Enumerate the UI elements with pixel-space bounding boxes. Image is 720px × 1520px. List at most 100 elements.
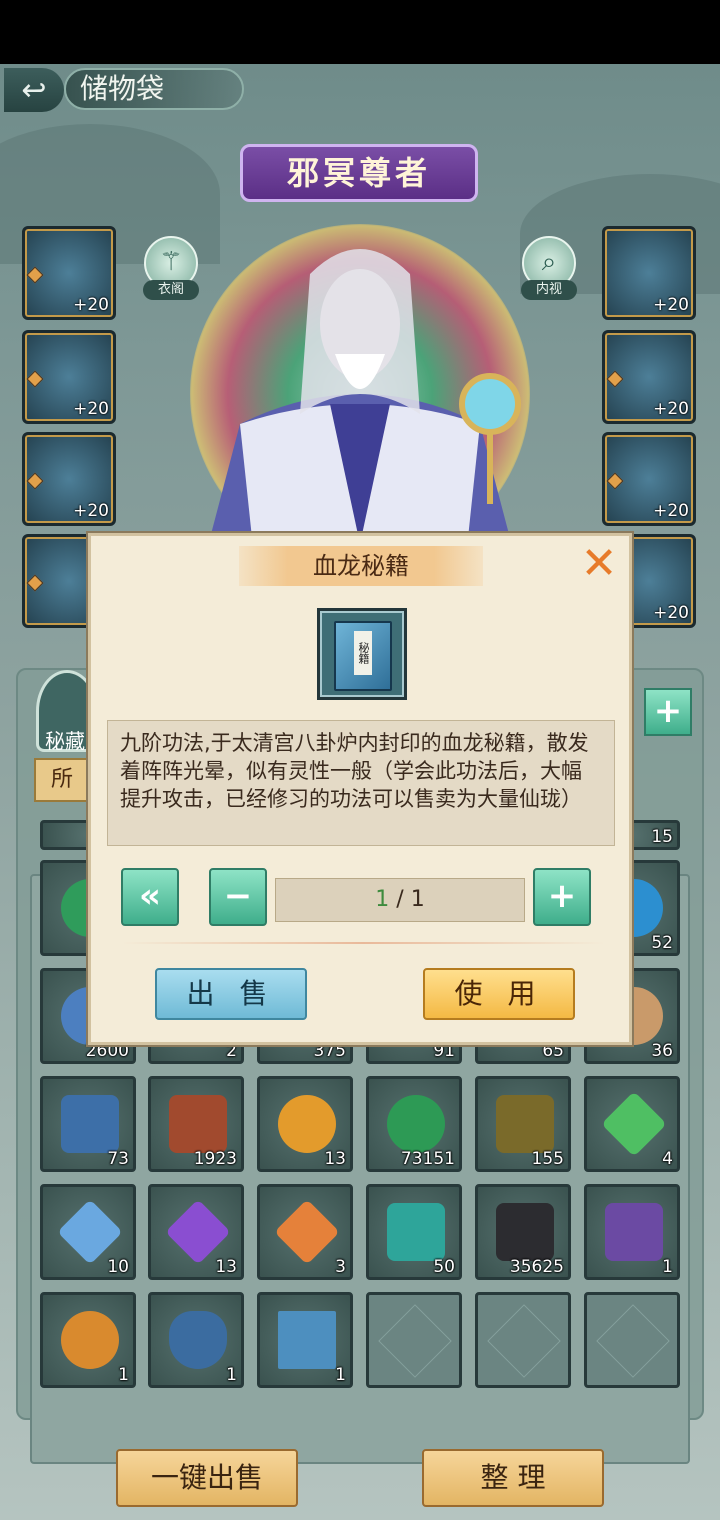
status-bar <box>0 0 720 64</box>
inventory-slot[interactable]: 1 <box>40 1292 136 1388</box>
divider <box>121 942 605 944</box>
item-count: 1 <box>335 1365 346 1385</box>
teal-ore-icon <box>387 1203 445 1261</box>
increase-button[interactable]: + <box>533 868 591 926</box>
plus-icon: + <box>547 876 577 916</box>
inventory-slot-empty[interactable] <box>366 1292 462 1388</box>
gem-icon <box>26 266 44 284</box>
max-quantity-button[interactable]: « <box>121 868 179 926</box>
back-button[interactable]: ↩ <box>4 68 64 112</box>
green-crystal-icon <box>601 1091 667 1157</box>
inventory-slot[interactable]: 13 <box>148 1184 244 1280</box>
quantity-total: / 1 <box>389 887 425 912</box>
inventory-slot[interactable]: 155 <box>475 1076 571 1172</box>
minus-icon: − <box>223 876 253 916</box>
wardrobe-label: 衣阁 <box>143 280 199 300</box>
quantity-display: 1 / 1 <box>275 878 525 922</box>
inventory-slot[interactable]: 13 <box>257 1076 353 1172</box>
black-ore-icon <box>496 1203 554 1261</box>
inventory-slot[interactable]: 73 <box>40 1076 136 1172</box>
gem-icon <box>26 472 44 490</box>
jade-ring-icon <box>387 1095 445 1153</box>
item-count: 1923 <box>193 1149 237 1169</box>
character-name-banner: 邪冥尊者 <box>240 144 478 202</box>
inventory-slot-empty[interactable] <box>475 1292 571 1388</box>
blue-crystal-icon <box>57 1199 123 1265</box>
back-arrow-icon: ↩ <box>21 72 47 108</box>
secret-book-icon <box>278 1311 336 1369</box>
wardrobe-icon: ⚚ <box>159 247 183 277</box>
item-icon-frame: 秘籍 <box>317 608 407 700</box>
inventory-slot[interactable]: 35625 <box>475 1184 571 1280</box>
item-count: 1 <box>662 1257 673 1277</box>
dialog-title: 血龙秘籍 <box>239 546 483 586</box>
pouch-icon <box>169 1311 227 1369</box>
equip-level: +20 <box>653 501 689 521</box>
inventory-slot[interactable]: 50 <box>366 1184 462 1280</box>
equip-level: +20 <box>653 399 689 419</box>
item-count: 52 <box>651 933 673 953</box>
jade-token-icon <box>61 1095 119 1153</box>
item-count: 73 <box>107 1149 129 1169</box>
inventory-slot[interactable]: 4 <box>584 1076 680 1172</box>
item-count: 1 <box>118 1365 129 1385</box>
gem-icon <box>26 574 44 592</box>
equip-level: +20 <box>653 295 689 315</box>
equip-slot-robe[interactable]: +20 <box>22 432 116 526</box>
inventory-slot[interactable]: 10 <box>40 1184 136 1280</box>
decrease-button[interactable]: − <box>209 868 267 926</box>
magnifier-icon: ⌕ <box>541 247 557 277</box>
golden-orb-icon <box>278 1095 336 1153</box>
item-count: 10 <box>107 1257 129 1277</box>
add-capacity-button[interactable]: + <box>644 688 692 736</box>
item-count: 73151 <box>400 1149 455 1169</box>
inventory-slot[interactable]: 1 <box>584 1184 680 1280</box>
scroll-icon <box>605 1203 663 1261</box>
equip-level: +20 <box>73 399 109 419</box>
close-x-icon: ✕ <box>580 538 618 589</box>
equip-slot-bracelet[interactable]: +20 <box>602 432 696 526</box>
item-count: 13 <box>324 1149 346 1169</box>
top-bar: ↩ 储物袋 <box>0 64 720 112</box>
close-button[interactable]: ✕ <box>577 542 621 588</box>
equip-slot-ring[interactable]: +20 <box>602 226 696 320</box>
equip-slot-pendant[interactable]: +20 <box>602 330 696 424</box>
item-count: 1 <box>226 1365 237 1385</box>
inspect-label: 内视 <box>521 280 577 300</box>
equip-level: +20 <box>653 603 689 623</box>
herb-box-icon <box>496 1095 554 1153</box>
inventory-slot[interactable]: 1923 <box>148 1076 244 1172</box>
item-count: 4 <box>662 1149 673 1169</box>
sell-button[interactable]: 出 售 <box>155 968 307 1020</box>
red-ore-icon <box>169 1095 227 1153</box>
plus-icon: + <box>653 691 683 731</box>
inventory-slot[interactable]: 1 <box>148 1292 244 1388</box>
inventory-slot[interactable]: 3 <box>257 1184 353 1280</box>
page-title: 储物袋 <box>64 68 244 110</box>
purple-crystal-icon <box>165 1199 231 1265</box>
item-count: 13 <box>215 1257 237 1277</box>
one-click-sell-button[interactable]: 一键出售 <box>116 1449 298 1507</box>
item-count: 35625 <box>509 1257 564 1277</box>
orange-crystal-icon <box>274 1199 340 1265</box>
inventory-slot-empty[interactable] <box>584 1292 680 1388</box>
equip-slot-sword[interactable]: +20 <box>22 226 116 320</box>
tab-label: 秘藏 <box>45 729 85 753</box>
arrange-button[interactable]: 整 理 <box>422 1449 604 1507</box>
inventory-slot[interactable]: 1 <box>257 1292 353 1388</box>
filter-tab-all[interactable]: 所 <box>34 758 90 802</box>
item-count: 15 <box>651 827 673 847</box>
item-detail-dialog: 血龙秘籍 ✕ 秘籍 九阶功法,于太清宫八卦炉内封印的血龙秘籍，散发着阵阵光晕，似… <box>88 533 632 1045</box>
double-left-icon: « <box>139 876 161 916</box>
use-button[interactable]: 使 用 <box>423 968 575 1020</box>
equip-slot-helmet[interactable]: +20 <box>22 330 116 424</box>
quantity-current: 1 <box>375 887 390 912</box>
inventory-slot[interactable]: 73151 <box>366 1076 462 1172</box>
gem-icon <box>26 370 44 388</box>
gem-icon <box>606 472 624 490</box>
book-label: 秘籍 <box>354 631 372 675</box>
beast-seal-icon <box>61 1311 119 1369</box>
item-count: 50 <box>433 1257 455 1277</box>
item-count: 36 <box>651 1041 673 1061</box>
item-count: 3 <box>335 1257 346 1277</box>
